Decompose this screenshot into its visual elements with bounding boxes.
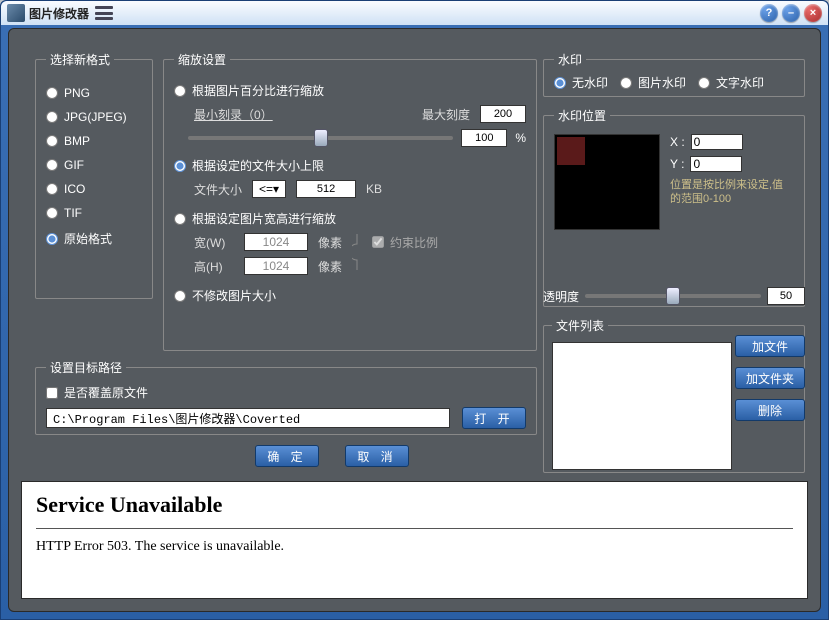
ok-button[interactable]: 确 定 — [255, 445, 319, 467]
y-label: Y : — [670, 157, 684, 171]
opacity-row: 透明度 — [543, 287, 805, 305]
width-unit: 像素 — [318, 234, 342, 251]
watermark-legend: 水印 — [554, 51, 586, 68]
watermark-preview[interactable] — [554, 134, 660, 230]
height-input[interactable] — [244, 257, 308, 275]
opacity-slider[interactable] — [585, 294, 761, 298]
format-option-gif[interactable]: GIF — [46, 158, 142, 172]
scale-option-filesize[interactable]: 根据设定的文件大小上限 — [174, 157, 526, 174]
format-option-original[interactable]: 原始格式 — [46, 230, 142, 247]
format-option-ico[interactable]: ICO — [46, 182, 142, 196]
watermark-option-text[interactable]: 文字水印 — [698, 74, 764, 91]
max-scale-input[interactable] — [480, 105, 526, 123]
x-input[interactable] — [691, 134, 743, 150]
target-path-legend: 设置目标路径 — [46, 359, 126, 376]
watermark-position-legend: 水印位置 — [554, 107, 610, 124]
client-area: 选择新格式 PNG JPG(JPEG) BMP GIF ICO TIF 原始格式… — [8, 28, 821, 612]
watermark-position-group: 水印位置 X : Y : 位置是按比例来设定,值的范围0-100 — [543, 107, 805, 307]
close-button[interactable]: × — [804, 4, 822, 22]
height-label: 高(H) — [194, 258, 234, 275]
scale-option-percent[interactable]: 根据图片百分比进行缩放 — [174, 82, 526, 99]
percent-slider[interactable] — [188, 136, 453, 140]
filesize-op-button[interactable]: <= ▾ — [252, 180, 286, 198]
target-path-group: 设置目标路径 是否覆盖原文件 打 开 — [35, 359, 537, 435]
format-option-png[interactable]: PNG — [46, 86, 142, 100]
filesize-input[interactable] — [296, 180, 356, 198]
error-heading: Service Unavailable — [36, 492, 793, 518]
path-input[interactable] — [46, 408, 450, 428]
add-file-button[interactable]: 加文件 — [735, 335, 805, 357]
format-group: 选择新格式 PNG JPG(JPEG) BMP GIF ICO TIF 原始格式 — [35, 51, 153, 299]
embedded-browser-pane[interactable]: Service Unavailable HTTP Error 503. The … — [21, 481, 808, 599]
divider — [36, 528, 793, 529]
scale-option-wh[interactable]: 根据设定图片宽高进行缩放 — [174, 210, 526, 227]
app-icon — [7, 4, 25, 22]
x-label: X : — [670, 135, 685, 149]
percent-input[interactable] — [461, 129, 507, 147]
watermark-option-image[interactable]: 图片水印 — [620, 74, 686, 91]
format-option-bmp[interactable]: BMP — [46, 134, 142, 148]
watermark-option-none[interactable]: 无水印 — [554, 74, 608, 91]
watermark-marker — [557, 137, 585, 165]
width-input[interactable] — [244, 233, 308, 251]
menu-icon[interactable] — [95, 6, 113, 20]
constrain-checkbox[interactable]: 约束比例 — [372, 234, 438, 251]
scale-legend: 缩放设置 — [174, 51, 230, 68]
overwrite-checkbox[interactable]: 是否覆盖原文件 — [46, 384, 526, 401]
app-title: 图片修改器 — [29, 5, 89, 22]
error-body: HTTP Error 503. The service is unavailab… — [36, 539, 793, 555]
max-scale-label: 最大刻度 — [422, 106, 470, 123]
format-legend: 选择新格式 — [46, 51, 114, 68]
width-label: 宽(W) — [194, 234, 234, 251]
filesize-label: 文件大小 — [194, 181, 242, 198]
minimize-button[interactable]: – — [782, 4, 800, 22]
watermark-note: 位置是按比例来设定,值的范围0-100 — [670, 178, 794, 207]
opacity-label: 透明度 — [543, 288, 579, 305]
y-input[interactable] — [690, 156, 742, 172]
min-scale-label: 最小刻录（0） — [194, 106, 273, 123]
format-option-tif[interactable]: TIF — [46, 206, 142, 220]
scale-option-none[interactable]: 不修改图片大小 — [174, 287, 526, 304]
open-button[interactable]: 打 开 — [462, 407, 526, 429]
link-icon — [352, 234, 362, 250]
scale-group: 缩放设置 根据图片百分比进行缩放 最小刻录（0） 最大刻度 % 根据设定的文件大… — [163, 51, 537, 351]
delete-button[interactable]: 删除 — [735, 399, 805, 421]
help-button[interactable]: ? — [760, 4, 778, 22]
file-list[interactable] — [552, 342, 732, 470]
cancel-button[interactable]: 取 消 — [345, 445, 409, 467]
add-folder-button[interactable]: 加文件夹 — [735, 367, 805, 389]
titlebar[interactable]: 图片修改器 ? – × — [1, 1, 828, 25]
height-unit: 像素 — [318, 258, 342, 275]
format-option-jpg[interactable]: JPG(JPEG) — [46, 110, 142, 124]
app-window: 图片修改器 ? – × 选择新格式 PNG JPG(JPEG) BMP GIF … — [0, 0, 829, 620]
opacity-input[interactable] — [767, 287, 805, 305]
filesize-unit: KB — [366, 182, 382, 196]
percent-suffix: % — [515, 131, 526, 145]
watermark-group: 水印 无水印 图片水印 文字水印 — [543, 51, 805, 97]
file-list-legend: 文件列表 — [552, 317, 608, 334]
